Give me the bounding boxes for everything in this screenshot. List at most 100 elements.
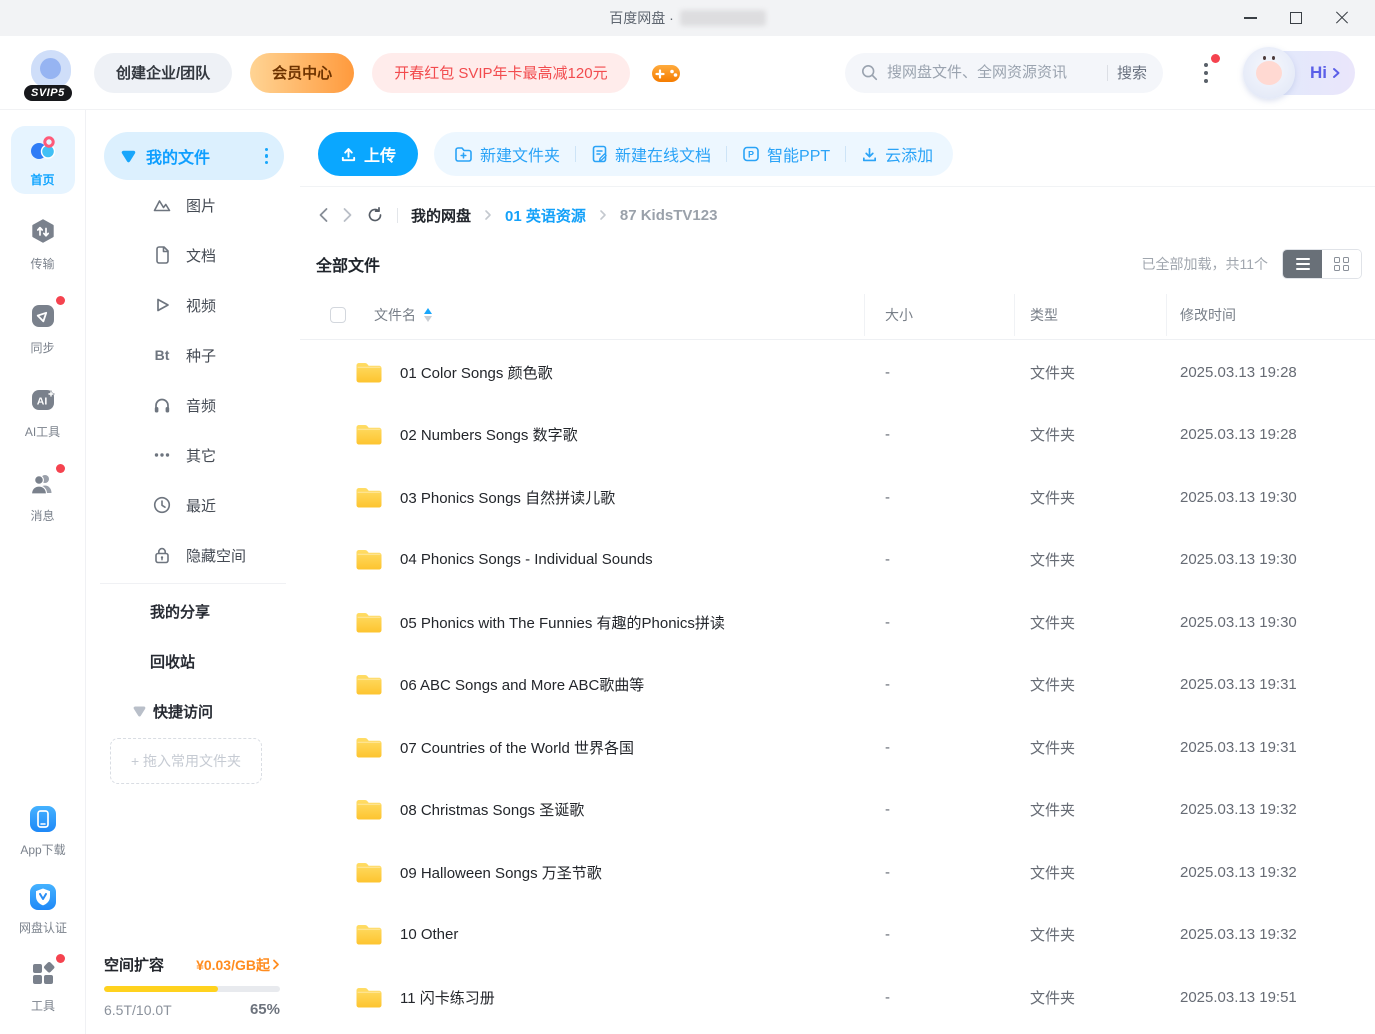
file-name[interactable]: 02 Numbers Songs 数字歌 [400,424,578,445]
table-row[interactable]: 01 Color Songs 颜色歌 - 文件夹 2025.03.13 19:2… [300,341,1375,404]
sidebar-item-torrents[interactable]: Bt 种子 [86,330,300,380]
create-team-button[interactable]: 创建企业/团队 [94,53,232,93]
file-name[interactable]: 09 Halloween Songs 万圣节歌 [400,862,602,883]
column-header-type[interactable]: 类型 [1030,305,1058,325]
hidden-lock-icon [152,545,172,565]
file-modified: 2025.03.13 19:32 [1180,801,1297,818]
breadcrumb-separator-icon [599,209,607,221]
storage-price-link[interactable]: ¥0.03/GB起 [196,955,280,975]
smart-ppt-button[interactable]: P 智能PPT [742,142,830,166]
file-size: - [885,426,890,443]
storage-progress-fill [104,986,218,992]
table-row[interactable]: 09 Halloween Songs 万圣节歌 - 文件夹 2025.03.13… [300,841,1375,904]
search-input[interactable] [887,64,1098,81]
close-button[interactable] [1319,0,1365,36]
sidebar-item-audio[interactable]: 音频 [86,380,300,430]
file-name[interactable]: 07 Countries of the World 世界各国 [400,737,634,758]
sidebar-item-others[interactable]: 其它 [86,430,300,480]
promo-banner[interactable]: 开春红包 SVIP年卡最高减120元 [372,53,629,93]
user-avatar-button[interactable]: Hi [1247,51,1355,95]
column-header-name[interactable]: 文件名 [374,305,432,325]
more-menu-button[interactable] [1195,58,1217,88]
table-row[interactable]: 11 闪卡练习册 - 文件夹 2025.03.13 19:51 [300,966,1375,1029]
breadcrumb-folder[interactable]: 01 英语资源 [505,205,586,226]
table-row[interactable]: 05 Phonics with The Funnies 有趣的Phonics拼读… [300,591,1375,654]
breadcrumb-root[interactable]: 我的网盘 [411,205,471,226]
storage-expand-label[interactable]: 空间扩容 [104,954,164,975]
left-rail: 首页 传输 同步 AI AI工具 消息 App下载 [0,110,86,1034]
member-center-button[interactable]: 会员中心 [250,53,354,93]
more-dots-icon [152,445,172,465]
grid-view-button[interactable] [1322,250,1361,278]
file-name[interactable]: 05 Phonics with The Funnies 有趣的Phonics拼读 [400,612,725,633]
upload-button[interactable]: 上传 [318,132,418,176]
rail-item-sync[interactable]: 同步 [11,294,75,362]
category-label: 文档 [186,245,216,266]
table-row[interactable]: 03 Phonics Songs 自然拼读儿歌 - 文件夹 2025.03.13… [300,466,1375,529]
file-nav-sidebar: 我的文件 图片 文档 视频 Bt 种子 音频 其它 最近 隐藏空间 我的分享 回… [86,110,300,1034]
drop-favorite-folder-zone[interactable]: + 拖入常用文件夹 [110,738,262,784]
file-name[interactable]: 08 Christmas Songs 圣诞歌 [400,799,584,820]
table-row[interactable]: 04 Phonics Songs - Individual Sounds - 文… [300,529,1375,592]
my-files-menu-icon[interactable] [265,148,269,165]
svip-logo[interactable]: SVIP5 [26,48,76,98]
column-label: 文件名 [374,305,416,325]
table-row[interactable]: 10 Other - 文件夹 2025.03.13 19:32 [300,904,1375,967]
file-name[interactable]: 10 Other [400,926,458,943]
column-header-modified[interactable]: 修改时间 [1180,305,1236,325]
sidebar-item-videos[interactable]: 视频 [86,280,300,330]
list-view-button[interactable] [1283,250,1322,278]
folder-icon [355,923,383,946]
file-name[interactable]: 06 ABC Songs and More ABC歌曲等 [400,674,644,695]
file-name[interactable]: 04 Phonics Songs - Individual Sounds [400,551,653,568]
rail-item-home[interactable]: 首页 [11,126,75,194]
cloud-add-button[interactable]: 云添加 [861,142,933,166]
file-size: - [885,864,890,881]
back-button[interactable] [318,207,329,223]
select-all-checkbox[interactable] [330,307,346,323]
file-type: 文件夹 [1030,424,1075,445]
column-header-size[interactable]: 大小 [885,305,913,325]
header: SVIP5 创建企业/团队 会员中心 开春红包 SVIP年卡最高减120元 搜索… [0,36,1375,110]
sidebar-item-hidden-space[interactable]: 隐藏空间 [86,530,300,580]
grid-view-icon [1334,257,1349,272]
sidebar-item-pictures[interactable]: 图片 [86,180,300,230]
search-button[interactable]: 搜索 [1117,62,1147,83]
rail-item-tools[interactable]: 工具 [11,952,75,1020]
file-name[interactable]: 03 Phonics Songs 自然拼读儿歌 [400,487,615,508]
file-size: - [885,614,890,631]
file-modified: 2025.03.13 19:30 [1180,551,1297,568]
redacted-account-name [680,10,766,26]
table-row[interactable]: 07 Countries of the World 世界各国 - 文件夹 202… [300,716,1375,779]
file-name[interactable]: 01 Color Songs 颜色歌 [400,362,553,383]
sidebar-item-quick-access[interactable]: 快捷访问 [86,686,300,736]
new-online-doc-button[interactable]: 新建在线文档 [591,142,711,166]
file-section-header: 全部文件 已全部加载，共11个 [316,248,1362,280]
rail-item-transfer[interactable]: 传输 [11,210,75,278]
folder-icon [355,736,383,759]
table-row[interactable]: 08 Christmas Songs 圣诞歌 - 文件夹 2025.03.13 … [300,779,1375,842]
game-center-icon[interactable] [650,60,682,86]
sidebar-item-documents[interactable]: 文档 [86,230,300,280]
sidebar-item-my-files[interactable]: 我的文件 [104,132,284,180]
window-controls [1227,0,1365,36]
quick-access-label: 快捷访问 [153,701,213,722]
folder-icon [355,861,383,884]
maximize-button[interactable] [1273,0,1319,36]
sidebar-item-recycle-bin[interactable]: 回收站 [86,636,300,686]
refresh-button[interactable] [366,206,384,224]
sidebar-item-recent[interactable]: 最近 [86,480,300,530]
rail-item-app-download[interactable]: App下载 [11,796,75,864]
sidebar-item-my-share[interactable]: 我的分享 [86,586,300,636]
search-bar[interactable]: 搜索 [845,53,1163,93]
rail-item-ai-tools[interactable]: AI AI工具 [11,378,75,446]
new-folder-button[interactable]: 新建文件夹 [454,142,560,166]
table-row[interactable]: 02 Numbers Songs 数字歌 - 文件夹 2025.03.13 19… [300,404,1375,467]
file-name[interactable]: 11 闪卡练习册 [400,987,495,1008]
forward-button[interactable] [342,207,353,223]
rail-item-messages[interactable]: 消息 [11,462,75,530]
table-row[interactable]: 06 ABC Songs and More ABC歌曲等 - 文件夹 2025.… [300,654,1375,717]
rail-item-verify[interactable]: 网盘认证 [11,874,75,942]
minimize-button[interactable] [1227,0,1273,36]
chevron-right-icon [272,959,280,970]
